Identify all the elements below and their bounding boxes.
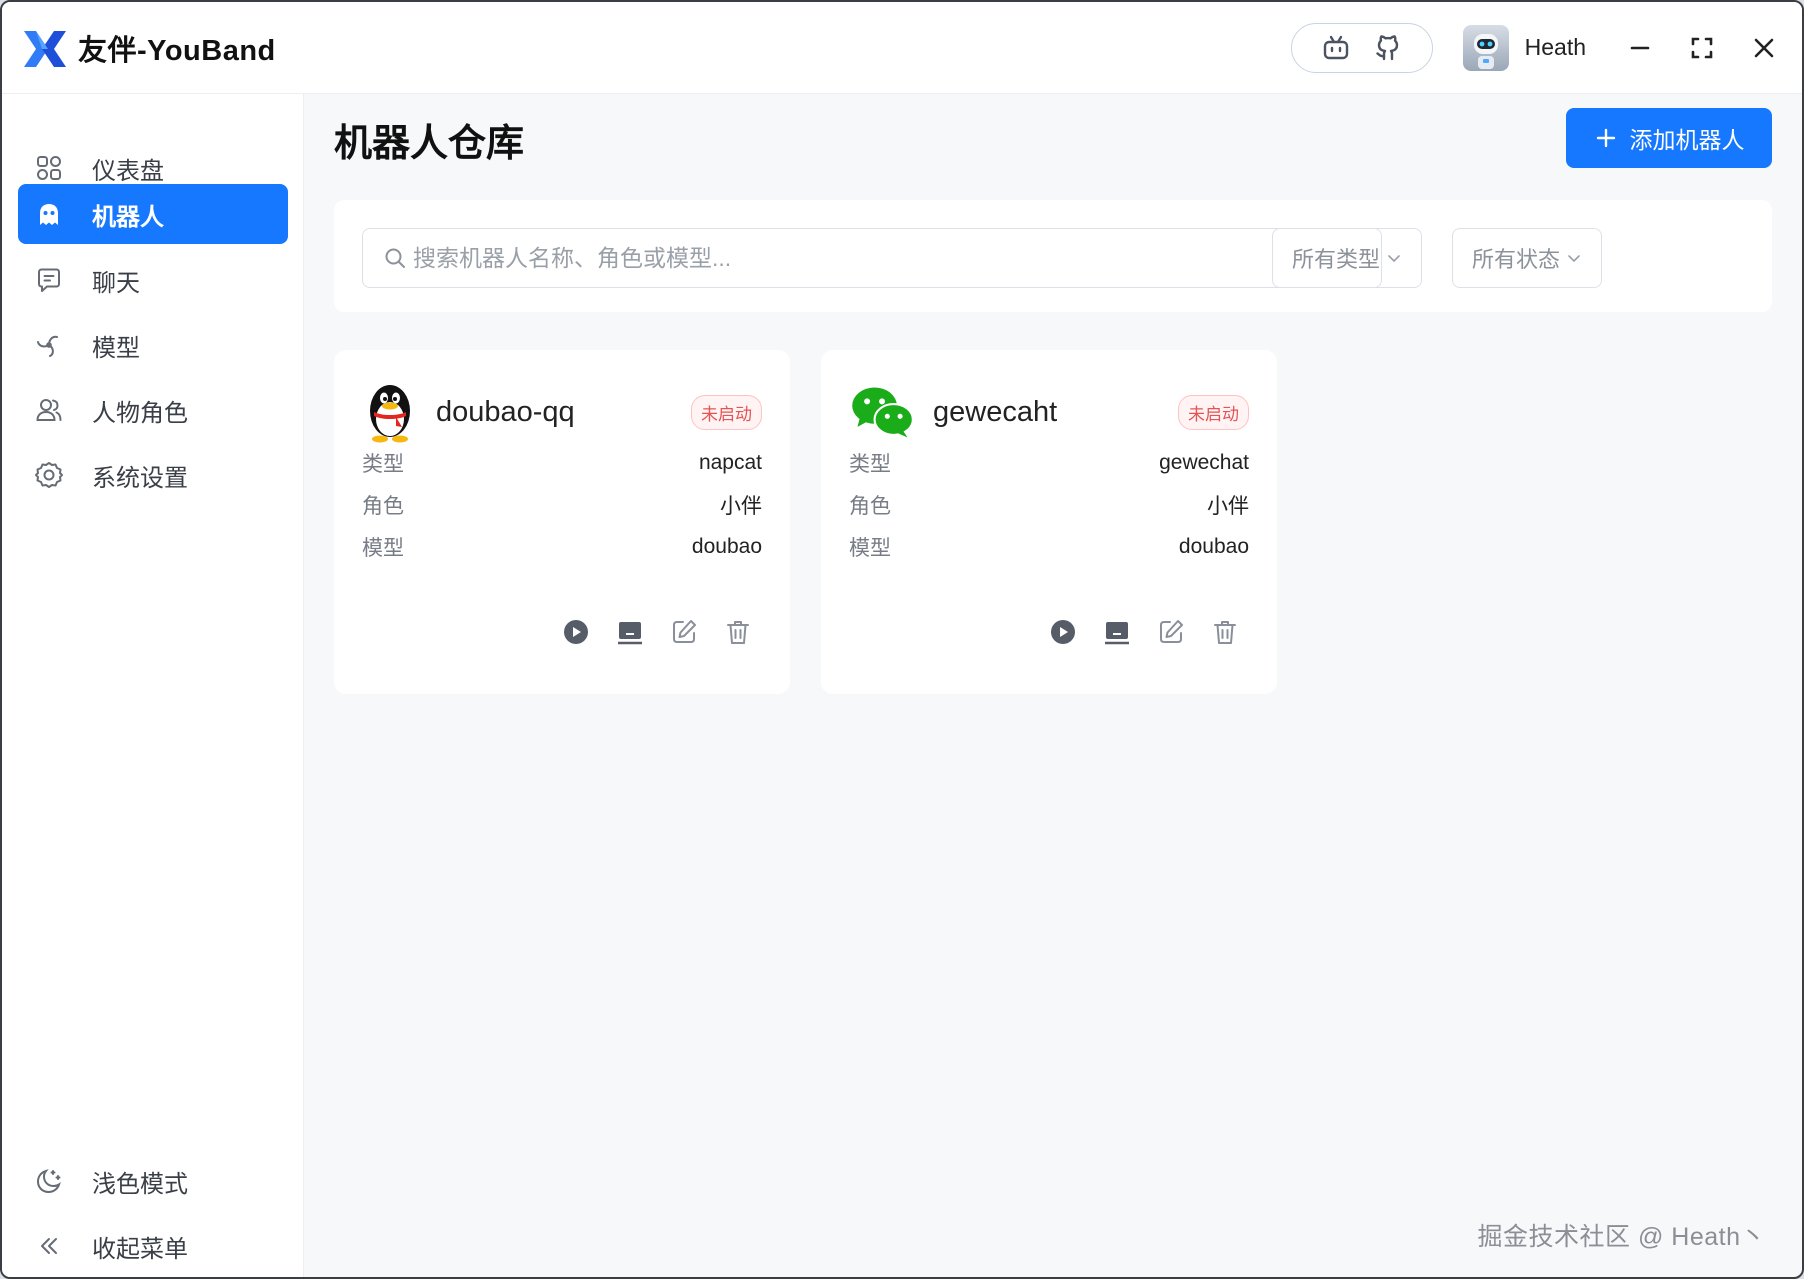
robot-field-row: 类型 napcat bbox=[362, 448, 762, 478]
status-filter-select[interactable]: 所有状态 bbox=[1452, 228, 1602, 288]
robot-field-row: 角色 小伴 bbox=[849, 490, 1249, 520]
status-badge: 未启动 bbox=[1178, 394, 1249, 430]
plus-icon bbox=[1596, 128, 1615, 148]
play-icon[interactable] bbox=[562, 618, 590, 646]
robot-icon bbox=[34, 199, 64, 229]
robot-card[interactable]: gewecaht 未启动 类型 gewechat 角色 小伴 模型 doubao bbox=[821, 350, 1277, 694]
chat-icon bbox=[34, 265, 64, 295]
title-bar: 友伴-YouBand Heath bbox=[2, 2, 1802, 94]
settings-icon bbox=[34, 460, 64, 490]
robot-card[interactable]: doubao-qq 未启动 类型 napcat 角色 小伴 模型 doubao bbox=[334, 350, 790, 694]
qq-penguin-icon bbox=[370, 385, 410, 443]
robot-actions bbox=[562, 618, 752, 646]
sidebar-item-personas[interactable]: 人物角色 bbox=[18, 380, 288, 440]
field-value: 小伴 bbox=[720, 495, 762, 518]
collapse-icon bbox=[34, 1231, 64, 1261]
search-input[interactable] bbox=[413, 229, 1381, 287]
robot-name: gewecaht bbox=[933, 395, 1058, 428]
status-badge: 未启动 bbox=[691, 394, 762, 430]
console-icon[interactable] bbox=[616, 618, 644, 646]
wechat-icon bbox=[852, 387, 914, 438]
user-profile[interactable]: Heath bbox=[1462, 24, 1586, 71]
console-icon[interactable] bbox=[1103, 618, 1131, 646]
add-robot-label: 添加机器人 bbox=[1629, 127, 1745, 153]
field-key: 模型 bbox=[362, 537, 404, 560]
sidebar-item-label: 机器人 bbox=[92, 203, 164, 231]
chevron-down-icon bbox=[1388, 255, 1400, 263]
filter-bar: 所有类型 所有状态 bbox=[334, 200, 1772, 312]
robot-name: doubao-qq bbox=[436, 395, 575, 428]
search-box bbox=[362, 228, 1382, 288]
sidebar-item-label: 人物角色 bbox=[92, 399, 188, 427]
robot-avatar-icon bbox=[1473, 33, 1498, 69]
user-name: Heath bbox=[1524, 34, 1586, 60]
field-value: doubao bbox=[691, 535, 762, 558]
field-value: napcat bbox=[698, 451, 762, 474]
persona-icon bbox=[34, 395, 64, 425]
field-value: doubao bbox=[1178, 535, 1249, 558]
sidebar-item-models[interactable]: 模型 bbox=[18, 315, 288, 375]
minimize-icon[interactable] bbox=[1626, 34, 1654, 62]
type-filter-select[interactable]: 所有类型 bbox=[1272, 228, 1422, 288]
add-robot-button[interactable]: 添加机器人 bbox=[1566, 108, 1772, 168]
type-filter-value: 所有类型 bbox=[1291, 247, 1380, 272]
delete-icon[interactable] bbox=[724, 618, 752, 646]
collapse-menu[interactable]: 收起菜单 bbox=[18, 1216, 288, 1276]
watermark: 掘金技术社区 @ Heath丶 bbox=[1477, 1223, 1766, 1251]
app-logo-icon bbox=[24, 30, 66, 67]
page-title: 机器人仓库 bbox=[334, 123, 525, 165]
field-key: 角色 bbox=[362, 495, 404, 518]
search-icon bbox=[385, 248, 405, 268]
avatar[interactable] bbox=[1462, 24, 1509, 71]
brand: 友伴-YouBand bbox=[22, 27, 276, 69]
theme-toggle-icon bbox=[34, 1166, 64, 1196]
field-value: 小伴 bbox=[1207, 495, 1249, 518]
close-icon[interactable] bbox=[1750, 34, 1778, 62]
robot-field-row: 角色 小伴 bbox=[362, 490, 762, 520]
status-filter-value: 所有状态 bbox=[1471, 247, 1560, 272]
field-key: 角色 bbox=[849, 495, 891, 518]
delete-icon[interactable] bbox=[1211, 618, 1239, 646]
sidebar-item-chat[interactable]: 聊天 bbox=[18, 250, 288, 310]
window-controls bbox=[1626, 34, 1778, 62]
sidebar: 仪表盘 机器人 聊天 模型 人物角色 系统设置 浅色模式 收起菜单 bbox=[2, 94, 304, 1277]
app-title: 友伴-YouBand bbox=[78, 34, 276, 67]
bilibili-icon[interactable] bbox=[1321, 33, 1351, 63]
edit-icon[interactable] bbox=[1157, 618, 1185, 646]
model-icon bbox=[34, 330, 64, 360]
sidebar-item-robots[interactable]: 机器人 bbox=[18, 184, 288, 244]
play-icon[interactable] bbox=[1049, 618, 1077, 646]
sidebar-item-label: 仪表盘 bbox=[92, 157, 164, 185]
github-icon[interactable] bbox=[1373, 33, 1403, 63]
maximize-icon[interactable] bbox=[1688, 34, 1716, 62]
external-links bbox=[1290, 22, 1433, 73]
robot-actions bbox=[1049, 618, 1239, 646]
sidebar-item-label: 模型 bbox=[92, 334, 140, 362]
theme-toggle-label: 浅色模式 bbox=[92, 1170, 188, 1198]
sidebar-item-label: 系统设置 bbox=[92, 464, 188, 492]
app-window: 友伴-YouBand Heath 仪表盘 机器人 聊天 模型 人物角色 系统设置… bbox=[0, 0, 1804, 1279]
field-key: 模型 bbox=[849, 537, 891, 560]
edit-icon[interactable] bbox=[670, 618, 698, 646]
sidebar-item-settings[interactable]: 系统设置 bbox=[18, 445, 288, 505]
main-content: 机器人仓库 添加机器人 所有类型 所有状态 bbox=[304, 94, 1802, 1277]
sidebar-item-label: 聊天 bbox=[92, 269, 140, 297]
robot-field-row: 模型 doubao bbox=[362, 532, 762, 562]
chevron-down-icon bbox=[1568, 255, 1580, 263]
dashboard-icon bbox=[34, 153, 64, 183]
robot-field-row: 类型 gewechat bbox=[849, 448, 1249, 478]
field-value: gewechat bbox=[1159, 451, 1249, 474]
collapse-label: 收起菜单 bbox=[92, 1235, 188, 1263]
field-key: 类型 bbox=[849, 453, 891, 476]
field-key: 类型 bbox=[362, 453, 404, 476]
theme-toggle[interactable]: 浅色模式 bbox=[18, 1151, 288, 1211]
robot-field-row: 模型 doubao bbox=[849, 532, 1249, 562]
